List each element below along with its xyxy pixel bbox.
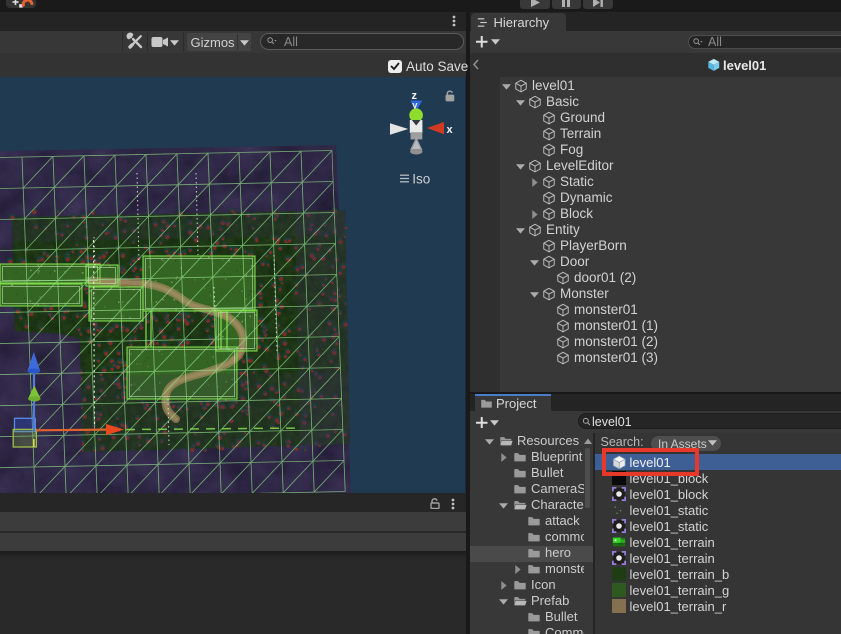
svg-text:x: x	[447, 124, 454, 136]
svg-text:Iso: Iso	[412, 172, 430, 187]
